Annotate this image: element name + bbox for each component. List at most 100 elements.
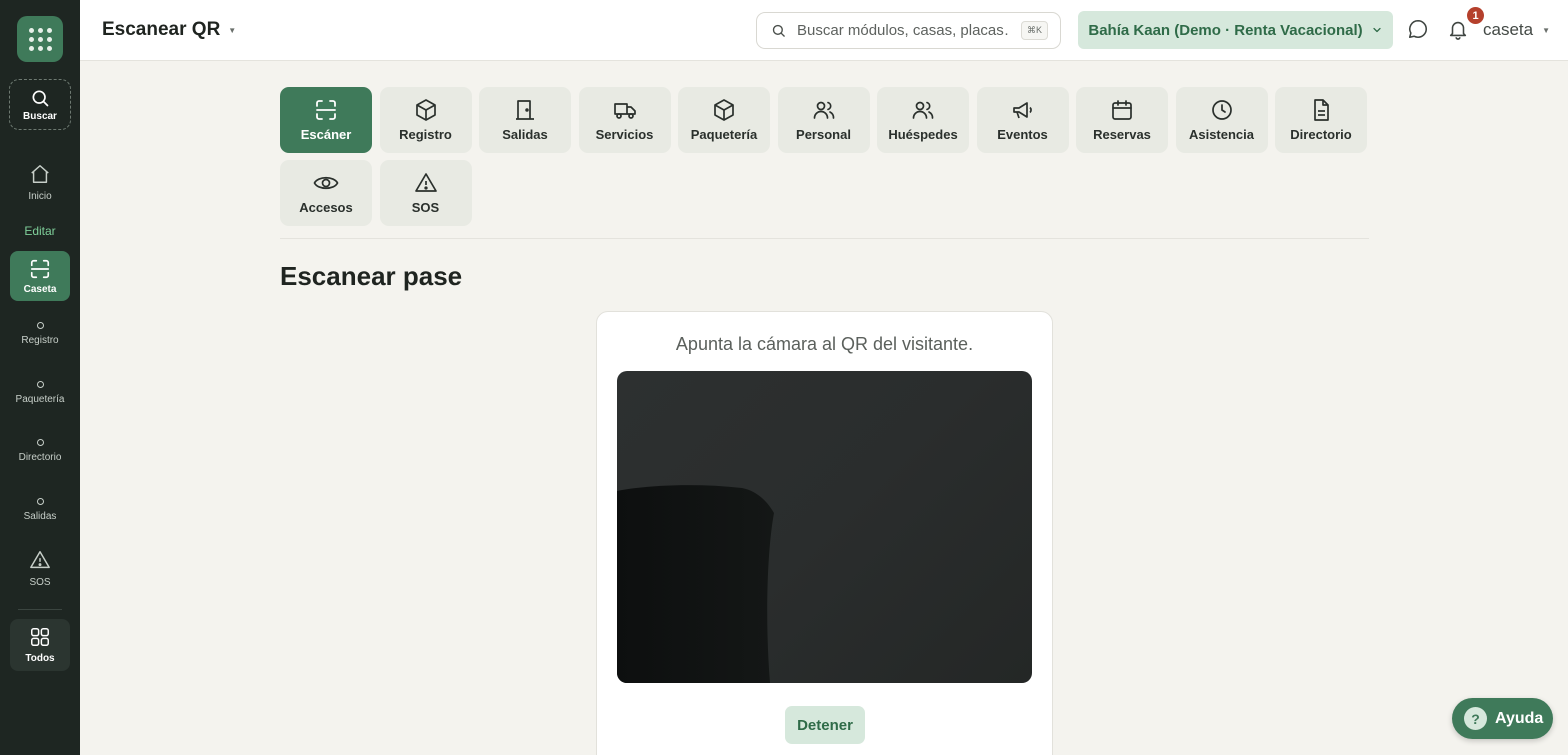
sidebar-item-label: Salidas <box>23 511 57 522</box>
user-menu[interactable]: caseta ▼ <box>1483 20 1550 40</box>
apps-grid-button[interactable] <box>17 16 63 62</box>
guests-icon <box>912 101 934 119</box>
user-name: caseta <box>1483 20 1534 39</box>
stop-camera-button[interactable]: Detener <box>785 706 865 744</box>
tile-label: Reservas <box>1093 127 1151 142</box>
tile-label: Paquetería <box>690 127 758 142</box>
search-shortcut-hint: ⌘K <box>1020 21 1048 40</box>
warning-icon <box>414 173 437 192</box>
caret-down-icon: ▼ <box>1542 25 1551 35</box>
tile-registro[interactable]: Registro <box>379 87 472 153</box>
tile-label: Personal <box>796 127 851 142</box>
sidebar-item-label: Registro <box>21 335 59 346</box>
grid-icon <box>31 628 49 646</box>
chat-button[interactable] <box>1407 18 1429 40</box>
chevron-down-icon <box>1373 27 1381 33</box>
tile-label: Registro <box>399 127 452 142</box>
sidebar-item-registro[interactable]: Registro <box>10 322 70 346</box>
notifications-button[interactable] <box>1447 18 1469 40</box>
tile-servicios[interactable]: Servicios <box>578 87 671 153</box>
megaphone-icon <box>1012 102 1032 119</box>
section-divider <box>280 238 1369 239</box>
tile-paqueteria[interactable]: Paquetería <box>678 87 770 153</box>
tile-label: SOS <box>411 200 440 215</box>
tile-directorio[interactable]: Directorio <box>1275 87 1367 153</box>
scan-icon <box>30 259 50 278</box>
property-selector[interactable]: Bahía Kaan (Demo · Renta Vacacional) <box>1078 11 1393 49</box>
sidebar-item-label: Caseta <box>23 283 57 295</box>
dot-icon <box>36 439 44 446</box>
tile-label: Eventos <box>997 127 1048 142</box>
tile-label: Salidas <box>502 127 548 142</box>
scanner-card: Apunta la cámara al QR del visitante. De… <box>596 311 1053 755</box>
section-title: Escanear pase <box>280 261 463 291</box>
tile-label: Asistencia <box>1188 127 1255 142</box>
help-button[interactable]: ? Ayuda <box>1452 698 1553 739</box>
sidebar-item-directorio[interactable]: Directorio <box>10 439 70 463</box>
document-icon <box>1314 99 1329 121</box>
sidebar-divider <box>18 609 62 610</box>
sidebar-item-salidas[interactable]: Salidas <box>10 498 70 522</box>
tile-personal[interactable]: Personal <box>777 87 870 153</box>
tile-huespedes[interactable]: Huéspedes <box>877 87 969 153</box>
camera-feed-image <box>617 485 774 683</box>
search-input[interactable] <box>797 22 1010 39</box>
tile-label: Accesos <box>299 200 353 215</box>
eye-icon <box>313 176 339 190</box>
sidebar: Buscar Inicio Editar Caseta Registro Paq… <box>0 0 80 755</box>
camera-preview <box>617 371 1032 683</box>
module-tiles: Escáner Registro Salidas Servicios Paque… <box>280 87 1369 226</box>
users-icon <box>813 101 834 119</box>
global-search[interactable]: ⌘K <box>756 12 1061 49</box>
sidebar-search-button[interactable]: Buscar <box>9 79 71 130</box>
search-icon <box>32 90 49 106</box>
sidebar-item-todos[interactable]: Todos <box>10 619 70 671</box>
sidebar-search-label: Buscar <box>23 110 57 122</box>
scanner-instruction: Apunta la cámara al QR del visitante. <box>675 334 974 354</box>
apps-grid-icon <box>28 27 52 51</box>
box-icon <box>415 99 436 121</box>
sidebar-item-inicio[interactable]: Inicio <box>10 163 70 202</box>
home-icon <box>31 165 49 183</box>
sidebar-item-label: Inicio <box>28 191 52 202</box>
dot-icon <box>36 322 44 329</box>
sidebar-item-caseta[interactable]: Caseta <box>10 251 70 301</box>
tile-label: Escáner <box>300 127 352 142</box>
dot-icon <box>36 381 44 388</box>
scan-icon <box>316 100 336 120</box>
page-title-dropdown[interactable]: Escanear QR ▼ <box>102 19 236 41</box>
chat-icon <box>1408 19 1427 39</box>
tile-label: Servicios <box>595 127 654 142</box>
sidebar-item-label: Paquetería <box>15 394 65 405</box>
help-icon: ? <box>1464 707 1487 730</box>
sidebar-edit-link[interactable]: Editar <box>0 224 80 238</box>
tile-label: Directorio <box>1290 127 1352 142</box>
notification-badge: 1 <box>1467 7 1484 24</box>
package-icon <box>714 99 734 121</box>
sidebar-item-sos[interactable]: SOS <box>10 549 70 588</box>
search-icon <box>772 24 785 37</box>
tile-salidas[interactable]: Salidas <box>479 87 571 153</box>
tile-label: Huéspedes <box>888 127 958 142</box>
caret-down-icon: ▼ <box>228 25 237 35</box>
clock-icon <box>1211 100 1232 120</box>
sidebar-item-label: Directorio <box>18 452 62 463</box>
tile-asistencia[interactable]: Asistencia <box>1175 87 1268 153</box>
help-label: Ayuda <box>1495 709 1544 727</box>
sidebar-item-paqueteria[interactable]: Paquetería <box>10 381 70 405</box>
bell-icon <box>1449 21 1467 40</box>
dot-icon <box>36 498 44 505</box>
tile-eventos[interactable]: Eventos <box>976 87 1069 153</box>
warning-icon <box>30 551 50 569</box>
sidebar-item-label: SOS <box>29 577 51 588</box>
property-name: Bahía Kaan (Demo · Renta Vacacional) <box>1088 21 1363 39</box>
top-bar: Escanear QR ▼ ⌘K Bahía Kaan (Demo · Rent… <box>80 0 1568 61</box>
tile-reservas[interactable]: Reservas <box>1076 87 1168 153</box>
tile-escaner[interactable]: Escáner <box>280 87 372 153</box>
truck-icon <box>613 103 636 119</box>
page-title: Escanear QR <box>102 19 221 40</box>
tile-accesos[interactable]: Accesos <box>280 160 372 226</box>
calendar-icon <box>1112 100 1132 120</box>
sidebar-item-label: Todos <box>25 653 55 664</box>
tile-sos[interactable]: SOS <box>379 160 472 226</box>
